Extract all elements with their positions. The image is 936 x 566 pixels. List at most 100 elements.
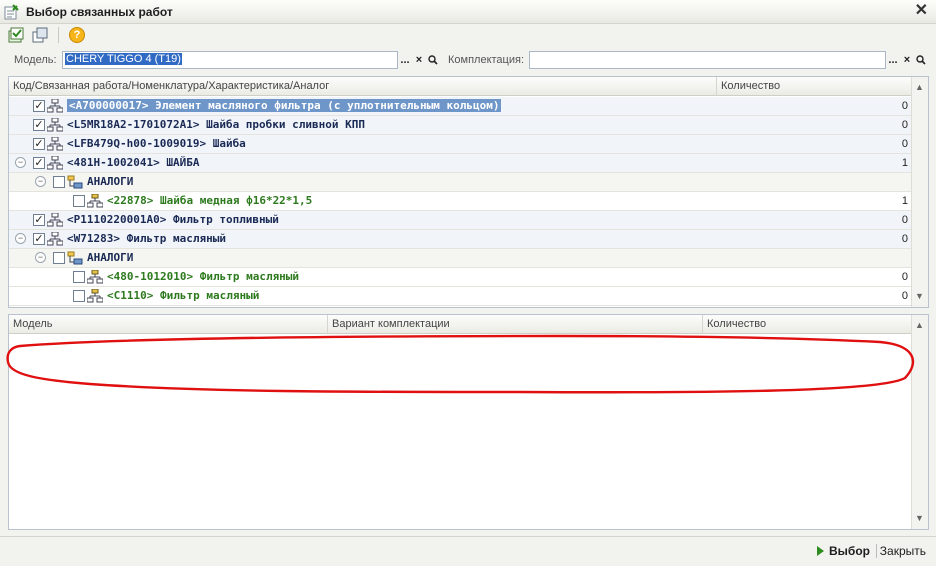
help-button[interactable]: ? bbox=[67, 26, 87, 44]
item-label: <L5MR18A2-1701072A1> Шайба пробки сливно… bbox=[67, 118, 366, 131]
config-input[interactable] bbox=[529, 51, 886, 69]
config-clear-button[interactable]: × bbox=[900, 51, 914, 69]
toolbar-separator bbox=[58, 27, 59, 43]
item-quantity: 0 bbox=[901, 100, 908, 112]
item-label: <22878> Шайба медная ф16*22*1,5 bbox=[107, 194, 313, 207]
collapse-toggle[interactable]: − bbox=[35, 176, 46, 187]
row-checkbox[interactable] bbox=[53, 252, 65, 264]
table-row[interactable]: <C1110> Фильтр масляный 0 bbox=[9, 287, 912, 306]
table-row[interactable]: − ✓ <W71283> Фильтр масляный 0 bbox=[9, 230, 912, 249]
item-quantity: 1 bbox=[901, 157, 908, 169]
tree-item-icon bbox=[46, 155, 64, 170]
row-checkbox[interactable]: ✓ bbox=[33, 233, 45, 245]
toolbar: ? bbox=[0, 24, 936, 46]
collapse-toggle[interactable]: − bbox=[15, 157, 26, 168]
item-quantity: 0 bbox=[901, 271, 908, 283]
model-label: Модель: bbox=[14, 54, 57, 66]
model-value: CHERY TIGGO 4 (T19) bbox=[65, 53, 182, 65]
item-label: <481H-1002041> ШАЙБА bbox=[67, 156, 200, 169]
tree-item-icon bbox=[86, 269, 104, 284]
scroll-up-icon[interactable]: ▲ bbox=[915, 82, 924, 92]
scroll-down-icon[interactable]: ▼ bbox=[915, 513, 924, 523]
group-row[interactable]: − АНАЛОГИ bbox=[9, 249, 912, 268]
model-input[interactable]: CHERY TIGGO 4 (T19) bbox=[62, 51, 398, 69]
vertical-scrollbar[interactable]: ▲ ▼ bbox=[911, 315, 928, 529]
scroll-up-icon[interactable]: ▲ bbox=[915, 320, 924, 330]
table-row[interactable]: <22878> Шайба медная ф16*22*1,5 1 bbox=[9, 192, 912, 211]
table-row[interactable]: ✓ <L5MR18A2-1701072A1> Шайба пробки сливн… bbox=[9, 116, 912, 135]
button-separator bbox=[876, 544, 877, 558]
column-header-model[interactable]: Модель bbox=[9, 315, 328, 334]
tree-item-icon bbox=[46, 117, 64, 132]
vertical-scrollbar[interactable]: ▲ ▼ bbox=[911, 77, 928, 307]
group-folder-icon bbox=[67, 175, 83, 189]
row-checkbox[interactable]: ✓ bbox=[33, 119, 45, 131]
title-bar: Выбор связанных работ ✕ bbox=[0, 0, 936, 24]
row-checkbox[interactable] bbox=[53, 176, 65, 188]
table-row[interactable]: <480-1012010> Фильтр масляный 0 bbox=[9, 268, 912, 287]
config-label: Комплектация: bbox=[448, 54, 525, 66]
config-select-button[interactable]: ... bbox=[886, 51, 900, 69]
item-quantity: 0 bbox=[901, 214, 908, 226]
model-select-button[interactable]: ... bbox=[398, 51, 412, 69]
tree-item-icon bbox=[86, 193, 104, 208]
table-row[interactable]: ✓ <LFB479Q-h00-1009019> Шайба 0 bbox=[9, 135, 912, 154]
table-row[interactable]: − ✓ <481H-1002041> ШАЙБА 1 bbox=[9, 154, 912, 173]
item-quantity: 0 bbox=[901, 233, 908, 245]
column-header-variant[interactable]: Вариант комплектации bbox=[328, 315, 703, 334]
tree-item-icon bbox=[46, 136, 64, 151]
collapse-toggle[interactable]: − bbox=[15, 233, 26, 244]
item-label: <C1110> Фильтр масляный bbox=[107, 289, 260, 302]
tree-item-icon bbox=[86, 288, 104, 303]
tree-item-icon bbox=[46, 98, 64, 113]
collapse-toggle[interactable]: − bbox=[35, 252, 46, 263]
filter-bar: Модель: CHERY TIGGO 4 (T19) ... × Компле… bbox=[0, 48, 936, 72]
group-label: АНАЛОГИ bbox=[87, 175, 134, 188]
group-row[interactable]: − АНАЛОГИ bbox=[9, 173, 912, 192]
row-checkbox[interactable]: ✓ bbox=[33, 214, 45, 226]
item-label: <A700000017> Элемент масляного фильтра (… bbox=[67, 99, 502, 112]
search-icon[interactable] bbox=[914, 51, 928, 69]
table-row[interactable]: ✓ <A700000017> Элемент масляного фильтра … bbox=[9, 97, 912, 116]
grid-header: Код/Связанная работа/Номенклатура/Характ… bbox=[9, 77, 912, 96]
column-header-item[interactable]: Код/Связанная работа/Номенклатура/Характ… bbox=[9, 77, 717, 96]
row-checkbox[interactable]: ✓ bbox=[33, 157, 45, 169]
row-checkbox[interactable] bbox=[73, 290, 85, 302]
check-all-icon[interactable] bbox=[6, 26, 26, 44]
related-works-grid: Код/Связанная работа/Номенклатура/Характ… bbox=[8, 76, 929, 308]
item-label: <LFB479Q-h00-1009019> Шайба bbox=[67, 137, 246, 150]
search-icon[interactable] bbox=[426, 51, 440, 69]
bottom-bar: Выбор Закрыть bbox=[0, 536, 936, 566]
item-label: <P1110220001A0> Фильтр топливный bbox=[67, 213, 279, 226]
column-header-qty[interactable]: Количество bbox=[703, 315, 912, 334]
item-quantity: 0 bbox=[901, 119, 908, 131]
table-row[interactable]: ✓ <P1110220001A0> Фильтр топливный 0 bbox=[9, 211, 912, 230]
item-quantity: 0 bbox=[901, 290, 908, 302]
row-checkbox[interactable] bbox=[73, 195, 85, 207]
item-quantity: 1 bbox=[901, 195, 908, 207]
close-button[interactable]: Закрыть bbox=[880, 544, 926, 558]
tree-item-icon bbox=[46, 231, 64, 246]
item-quantity: 0 bbox=[901, 138, 908, 150]
grid-header: Модель Вариант комплектации Количество bbox=[9, 315, 912, 334]
tree-item-icon bbox=[46, 212, 64, 227]
models-grid: Модель Вариант комплектации Количество ▲… bbox=[8, 314, 929, 530]
window-icon bbox=[4, 3, 20, 20]
model-clear-button[interactable]: × bbox=[412, 51, 426, 69]
help-icon: ? bbox=[69, 27, 85, 43]
group-label: АНАЛОГИ bbox=[87, 251, 134, 264]
close-icon[interactable]: ✕ bbox=[915, 3, 928, 19]
window-title: Выбор связанных работ bbox=[26, 4, 173, 19]
item-label: <W71283> Фильтр масляный bbox=[67, 232, 226, 245]
scroll-down-icon[interactable]: ▼ bbox=[915, 291, 924, 301]
copy-icon[interactable] bbox=[30, 26, 50, 44]
row-checkbox[interactable]: ✓ bbox=[33, 100, 45, 112]
row-checkbox[interactable] bbox=[73, 271, 85, 283]
select-button[interactable]: Выбор bbox=[817, 544, 870, 558]
select-arrow-icon bbox=[817, 546, 824, 556]
row-checkbox[interactable]: ✓ bbox=[33, 138, 45, 150]
column-header-qty[interactable]: Количество bbox=[717, 77, 912, 96]
select-button-label: Выбор bbox=[829, 544, 870, 558]
item-label: <480-1012010> Фильтр масляный bbox=[107, 270, 300, 283]
group-folder-icon bbox=[67, 251, 83, 265]
